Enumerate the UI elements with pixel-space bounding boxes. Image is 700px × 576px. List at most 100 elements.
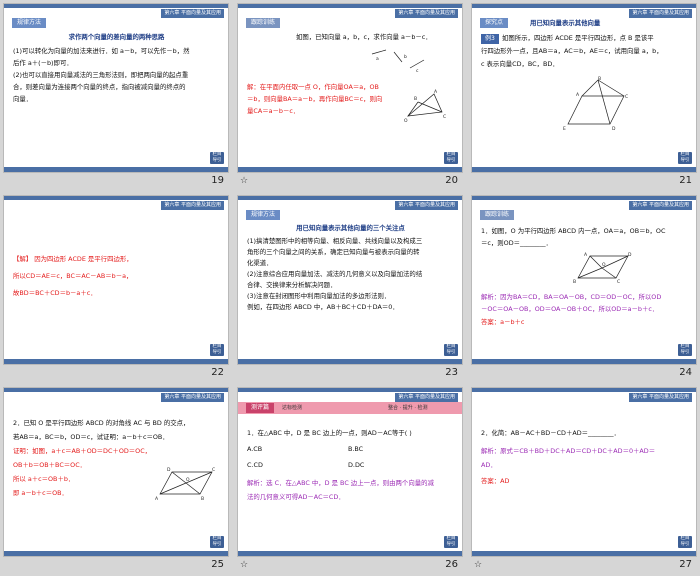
svg-text:D: D — [167, 467, 171, 473]
slide-bottom-bar — [472, 551, 696, 556]
svg-text:A: A — [155, 496, 159, 502]
chapter-label: 第六章 平面向量及其应用 — [395, 9, 458, 18]
chapter-label: 第六章 平面向量及其应用 — [161, 9, 224, 18]
option-b: B.BC — [348, 445, 364, 453]
slide-canvas: 第六章 平面向量及其应用 测评篇 达标检测 整合 · 提升 · 检测 1．在△A… — [237, 387, 463, 557]
chapter-label: 第六章 平面向量及其应用 — [629, 201, 692, 210]
slide-canvas: 第六章 平面向量及其应用 跟踪训练 如图，已知向量 a，b，c，求作向量 a－b… — [237, 3, 463, 173]
back-to-menu-button[interactable]: 栏目 导引 — [210, 536, 224, 548]
slide-thumbnail-20[interactable]: 第六章 平面向量及其应用 跟踪训练 如图，已知向量 a，b，c，求作向量 a－b… — [234, 0, 466, 192]
vector-figure-abc: a b c — [371, 49, 425, 74]
chapter-label: 第六章 平面向量及其应用 — [395, 201, 458, 210]
section-tag: 探究点 — [480, 18, 509, 28]
slide-number: 23 — [445, 367, 458, 378]
slide-top-bar — [238, 388, 462, 392]
slide-bottom-bar — [472, 359, 696, 364]
slide-thumbnail-19[interactable]: 第六章 平面向量及其应用 规律方法 求作两个向量的差向量的两种思路 (1)可以转… — [0, 0, 232, 192]
slide-number: 20 — [445, 175, 458, 186]
back-to-menu-button[interactable]: 栏目 导引 — [210, 152, 224, 164]
star-icon[interactable]: ☆ — [474, 560, 482, 570]
parallelogram-figure: A D B C O — [573, 252, 632, 284]
slide-title: 用已知向量表示其他向量 — [530, 19, 601, 27]
svg-text:O: O — [186, 477, 190, 483]
svg-text:D: D — [628, 252, 632, 258]
section-tag: 跟踪训练 — [246, 18, 281, 28]
analysis-line: AD． — [481, 461, 497, 469]
question-line: 若AB＝a，BC＝b，OD＝c，试证明：a－b＋c＝OB． — [13, 433, 169, 441]
slide-thumbnail-27[interactable]: 第六章 平面向量及其应用 2．化简：AB－AC＋BD－CD＋AD＝_______… — [468, 384, 700, 576]
slide-text-line: (2)注意综合应用向量加法、减法的几何意义以及向量加法的结 — [247, 270, 423, 278]
star-icon[interactable]: ☆ — [240, 560, 248, 570]
slide-footer: ☆ 20 — [234, 174, 466, 190]
slide-text-line: 行四边形外一点，且AB＝a，AC＝b，AE＝c，试用向量 a，b， — [481, 47, 663, 55]
slide-bottom-bar — [238, 167, 462, 172]
slide-number: 24 — [679, 367, 692, 378]
question-line: 2．化简：AB－AC＋BD－CD＋AD＝________． — [481, 429, 620, 437]
analysis-line: －OC＝OA－OB，OD＝OA－OB＋OC，所以OD＝a－b＋c． — [481, 305, 659, 313]
slide-canvas: 第六章 平面向量及其应用 2．化简：AB－AC＋BD－CD＋AD＝_______… — [471, 387, 697, 557]
slide-bottom-bar — [238, 359, 462, 364]
analysis-line: 解析：原式＝CB＋BD＋DC＋AD＝CD＋DC＋AD＝0＋AD＝ — [481, 447, 656, 455]
slide-text-line: (2)也可以直接用向量减法的三角形法则，即把两向量的起点重 — [13, 71, 189, 79]
svg-text:D: D — [612, 126, 616, 132]
example-label: 例3 — [481, 34, 499, 44]
slide-top-bar — [4, 388, 228, 392]
slide-canvas: 第六章 平面向量及其应用 【解】 因为四边形 ACDE 是平行四边形， 所以CD… — [3, 195, 229, 365]
slide-text-line: c 表示向量CD，BC，BD． — [481, 60, 559, 68]
slide-grid: 第六章 平面向量及其应用 规律方法 求作两个向量的差向量的两种思路 (1)可以转… — [0, 0, 700, 576]
star-icon[interactable]: ☆ — [240, 176, 248, 186]
slide-thumbnail-25[interactable]: 第六章 平面向量及其应用 2．已知 O 是平行四边形 ABCD 的对角线 AC … — [0, 384, 232, 576]
slide-top-bar — [4, 196, 228, 200]
slide-text-line: (1)搞清楚图形中的相等向量、相反向量、共线向量以及构成三 — [247, 237, 423, 245]
slide-top-bar — [472, 388, 696, 392]
slide-thumbnail-21[interactable]: 第六章 平面向量及其应用 探究点 用已知向量表示其他向量 例3 如图所示，四边形… — [468, 0, 700, 192]
slide-canvas: 第六章 平面向量及其应用 跟踪训练 1．如图，O 为平行四边形 ABCD 内一点… — [471, 195, 697, 365]
slide-title: 用已知向量表示其他向量的三个关注点 — [296, 224, 405, 232]
slide-title: 求作两个向量的差向量的两种思路 — [68, 33, 165, 41]
slide-footer: 19 — [0, 174, 232, 190]
slide-canvas: 第六章 平面向量及其应用 规律方法 用已知向量表示其他向量的三个关注点 (1)搞… — [237, 195, 463, 365]
slide-canvas: 第六章 平面向量及其应用 规律方法 求作两个向量的差向量的两种思路 (1)可以转… — [3, 3, 229, 173]
chapter-label: 第六章 平面向量及其应用 — [161, 393, 224, 402]
slide-bottom-bar — [4, 167, 228, 172]
back-to-menu-button[interactable]: 栏目 导引 — [444, 152, 458, 164]
slide-number: 22 — [211, 367, 224, 378]
back-to-menu-button[interactable]: 栏目 导引 — [444, 344, 458, 356]
slide-top-bar — [472, 196, 696, 200]
slide-footer: ☆ 26 — [234, 558, 466, 574]
svg-text:c: c — [416, 69, 419, 74]
svg-text:B: B — [414, 96, 417, 102]
option-a: A.CB — [247, 445, 263, 453]
slide-text-line: 向量． — [13, 95, 33, 103]
section-tag: 规律方法 — [12, 18, 47, 28]
svg-text:a: a — [376, 57, 379, 62]
back-to-menu-button[interactable]: 栏目 导引 — [678, 152, 692, 164]
back-to-menu-button[interactable]: 栏目 导引 — [210, 344, 224, 356]
back-to-menu-button[interactable]: 栏目 导引 — [678, 536, 692, 548]
question-line: 1．如图，O 为平行四边形 ABCD 内一点，OA＝a，OB＝b，OC — [481, 227, 666, 235]
slide-text-line: 角形的三个向量之间的关系，确定已知向量与被表示向量的转 — [247, 248, 420, 256]
question-line: ＝c，则OD＝________． — [481, 239, 552, 247]
back-to-menu-button[interactable]: 栏目 导引 — [444, 536, 458, 548]
slide-text-line: 合律、交换律来分析解决问题． — [247, 281, 337, 289]
slide-top-bar — [238, 196, 462, 200]
slide-footer: ☆ 27 — [468, 558, 700, 574]
slide-footer: 23 — [234, 366, 466, 382]
assessment-banner: 测评篇 达标检测 整合 · 提升 · 检测 — [238, 402, 462, 414]
svg-text:A: A — [434, 89, 438, 95]
analysis-line: 解析：选 C．在△ABC 中，D 是 BC 边上一点，则由两个向量的减 — [247, 479, 434, 487]
slide-thumbnail-24[interactable]: 第六章 平面向量及其应用 跟踪训练 1．如图，O 为平行四边形 ABCD 内一点… — [468, 192, 700, 384]
slide-thumbnail-22[interactable]: 第六章 平面向量及其应用 【解】 因为四边形 ACDE 是平行四边形， 所以CD… — [0, 192, 232, 384]
slide-bottom-bar — [4, 359, 228, 364]
slide-number: 27 — [679, 559, 692, 570]
question-line: 1．在△ABC 中，D 是 BC 边上的一点，则AD－AC等于( ) — [247, 429, 412, 437]
option-d: D.DC — [348, 461, 365, 469]
section-tag: 跟踪训练 — [480, 210, 515, 220]
slide-thumbnail-26[interactable]: 第六章 平面向量及其应用 测评篇 达标检测 整合 · 提升 · 检测 1．在△A… — [234, 384, 466, 576]
solution-line: 故BD＝BC＋CD＝b－a＋c． — [13, 289, 97, 297]
svg-text:b: b — [404, 54, 407, 60]
slide-text-line: 化渠道． — [247, 259, 273, 267]
slide-text-line: (1)可以转化为向量的加法来进行．如 a－b，可以先作－b，然 — [13, 47, 190, 55]
slide-thumbnail-23[interactable]: 第六章 平面向量及其应用 规律方法 用已知向量表示其他向量的三个关注点 (1)搞… — [234, 192, 466, 384]
back-to-menu-button[interactable]: 栏目 导引 — [678, 344, 692, 356]
